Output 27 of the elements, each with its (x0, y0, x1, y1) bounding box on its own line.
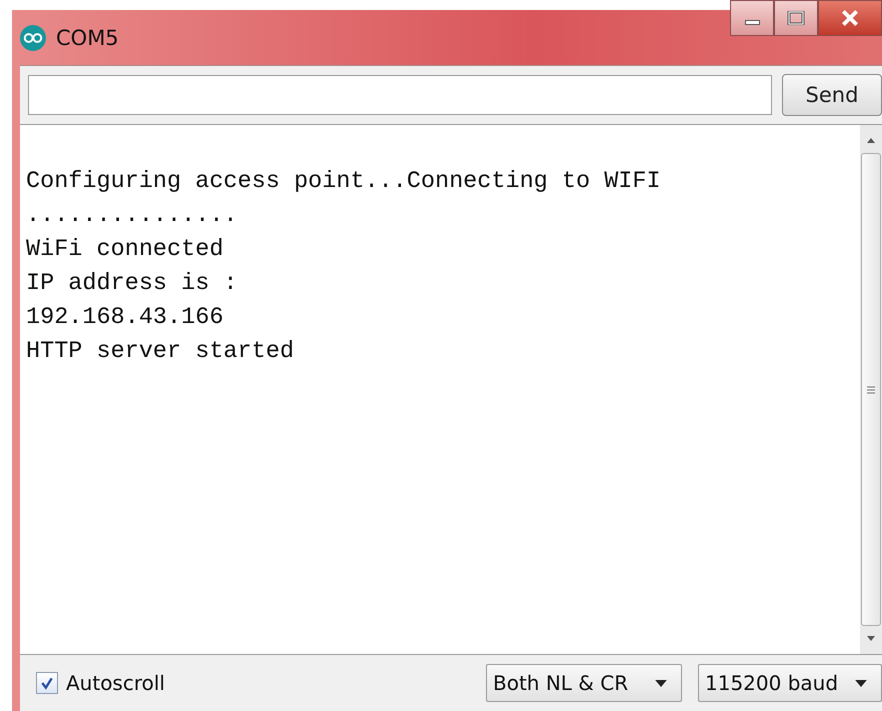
scrollbar-thumb[interactable] (861, 153, 881, 626)
message-input-field[interactable] (28, 75, 772, 115)
maximize-icon (786, 11, 806, 25)
minimize-icon (744, 20, 760, 24)
scroll-up-arrow-icon[interactable] (866, 137, 876, 143)
checkmark-icon (40, 676, 54, 690)
output-line: ............... (26, 201, 239, 231)
caret-icon (655, 680, 667, 686)
window-title: COM5 (56, 26, 119, 50)
output-line: HTTP server started (26, 337, 295, 367)
baud-rate-dropdown[interactable]: 115200 baud (698, 664, 882, 702)
vertical-scrollbar[interactable] (860, 125, 882, 654)
close-icon (839, 9, 861, 27)
output-line: WiFi connected (26, 235, 224, 265)
caret-icon (855, 680, 867, 686)
infinity-logo-icon (20, 24, 46, 50)
line-ending-dropdown[interactable]: Both NL & CR (486, 664, 682, 702)
output-line: Configuring access point...Connecting to WIFI (26, 167, 662, 197)
send-button[interactable]: Send (782, 74, 882, 116)
close-button[interactable] (818, 0, 882, 36)
output-line: 192.168.43.166 (26, 303, 224, 333)
autoscroll-checkbox[interactable] (36, 672, 58, 694)
minimize-button[interactable] (730, 0, 774, 36)
maximize-button[interactable] (774, 0, 818, 36)
autoscroll-label: Autoscroll (66, 671, 165, 695)
scroll-down-arrow-icon[interactable] (866, 636, 876, 642)
output-line: IP address is : (26, 269, 239, 299)
